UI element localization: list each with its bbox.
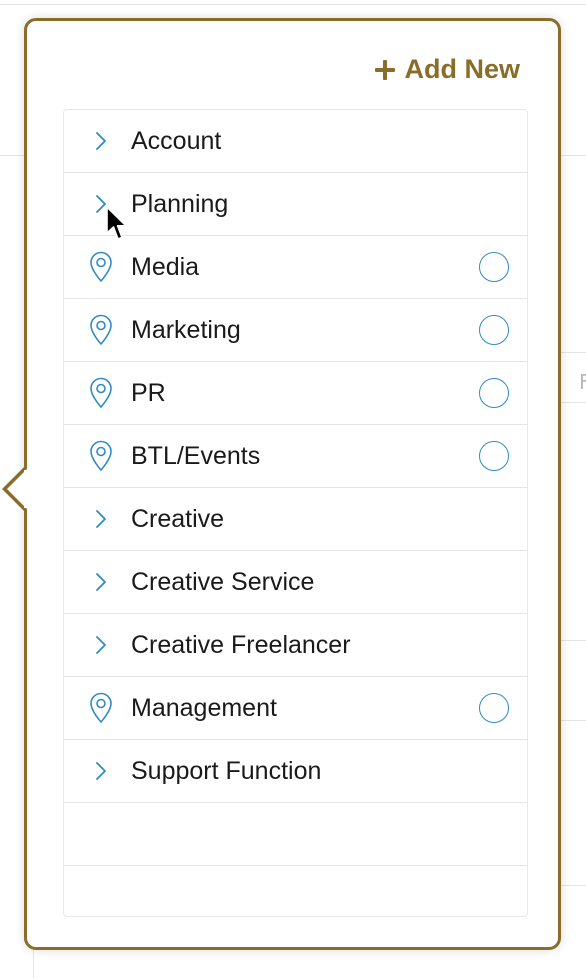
- chevron-right-icon[interactable]: [86, 503, 116, 535]
- background-divider: [561, 352, 586, 353]
- radio-button[interactable]: [479, 378, 509, 408]
- chevron-right-icon[interactable]: [86, 188, 116, 220]
- background-divider: [0, 155, 24, 156]
- radio-button[interactable]: [479, 252, 509, 282]
- list-item-marketing[interactable]: Marketing: [64, 299, 527, 362]
- background-divider: [0, 4, 586, 5]
- list-item-creative-service[interactable]: Creative Service: [64, 551, 527, 614]
- background-divider: [561, 720, 586, 721]
- background-divider: [561, 155, 586, 156]
- list-item-label: Media: [131, 252, 200, 281]
- list-item-label: Creative Service: [131, 567, 315, 596]
- background-divider: [561, 402, 586, 403]
- location-pin-icon: [86, 251, 116, 283]
- location-pin-icon: [86, 440, 116, 472]
- chevron-right-icon[interactable]: [86, 755, 116, 787]
- chevron-right-icon[interactable]: [86, 125, 116, 157]
- plus-icon: [375, 59, 396, 80]
- radio-button[interactable]: [479, 693, 509, 723]
- empty-list-row: [64, 866, 527, 916]
- location-pin-icon: [86, 692, 116, 724]
- empty-list-row: [64, 803, 527, 866]
- background-text-fragment: F: [579, 370, 586, 394]
- category-list: Account Planning Media Marketing PR BTL/Event…: [63, 109, 528, 917]
- list-item-pr[interactable]: PR: [64, 362, 527, 425]
- list-item-label: PR: [131, 378, 166, 407]
- chevron-right-icon[interactable]: [86, 629, 116, 661]
- list-item-media[interactable]: Media: [64, 236, 527, 299]
- list-item-btl-events[interactable]: BTL/Events: [64, 425, 527, 488]
- list-item-label: Support Function: [131, 756, 322, 785]
- background-divider: [561, 885, 586, 886]
- list-item-support-function[interactable]: Support Function: [64, 740, 527, 803]
- chevron-right-icon[interactable]: [86, 566, 116, 598]
- list-item-label: Marketing: [131, 315, 241, 344]
- background-divider: [33, 948, 34, 978]
- add-new-label: Add New: [404, 54, 520, 84]
- background-divider: [561, 640, 586, 641]
- add-new-button[interactable]: Add New: [375, 54, 520, 85]
- popover-pointer-join: [24, 470, 28, 508]
- list-item-management[interactable]: Management: [64, 677, 527, 740]
- list-item-label: Account: [131, 126, 222, 155]
- list-item-creative[interactable]: Creative: [64, 488, 527, 551]
- list-item-planning[interactable]: Planning: [64, 173, 527, 236]
- radio-button[interactable]: [479, 441, 509, 471]
- list-item-label: Creative: [131, 504, 225, 533]
- list-item-label: Planning: [131, 189, 229, 218]
- radio-button[interactable]: [479, 315, 509, 345]
- list-item-creative-freelancer[interactable]: Creative Freelancer: [64, 614, 527, 677]
- location-pin-icon: [86, 377, 116, 409]
- list-item-account[interactable]: Account: [64, 110, 527, 173]
- add-new-popover: Add New Account Planning Media Marketing PR B…: [24, 18, 561, 950]
- list-item-label: BTL/Events: [131, 441, 261, 470]
- location-pin-icon: [86, 314, 116, 346]
- list-item-label: Management: [131, 693, 277, 722]
- list-item-label: Creative Freelancer: [131, 630, 351, 659]
